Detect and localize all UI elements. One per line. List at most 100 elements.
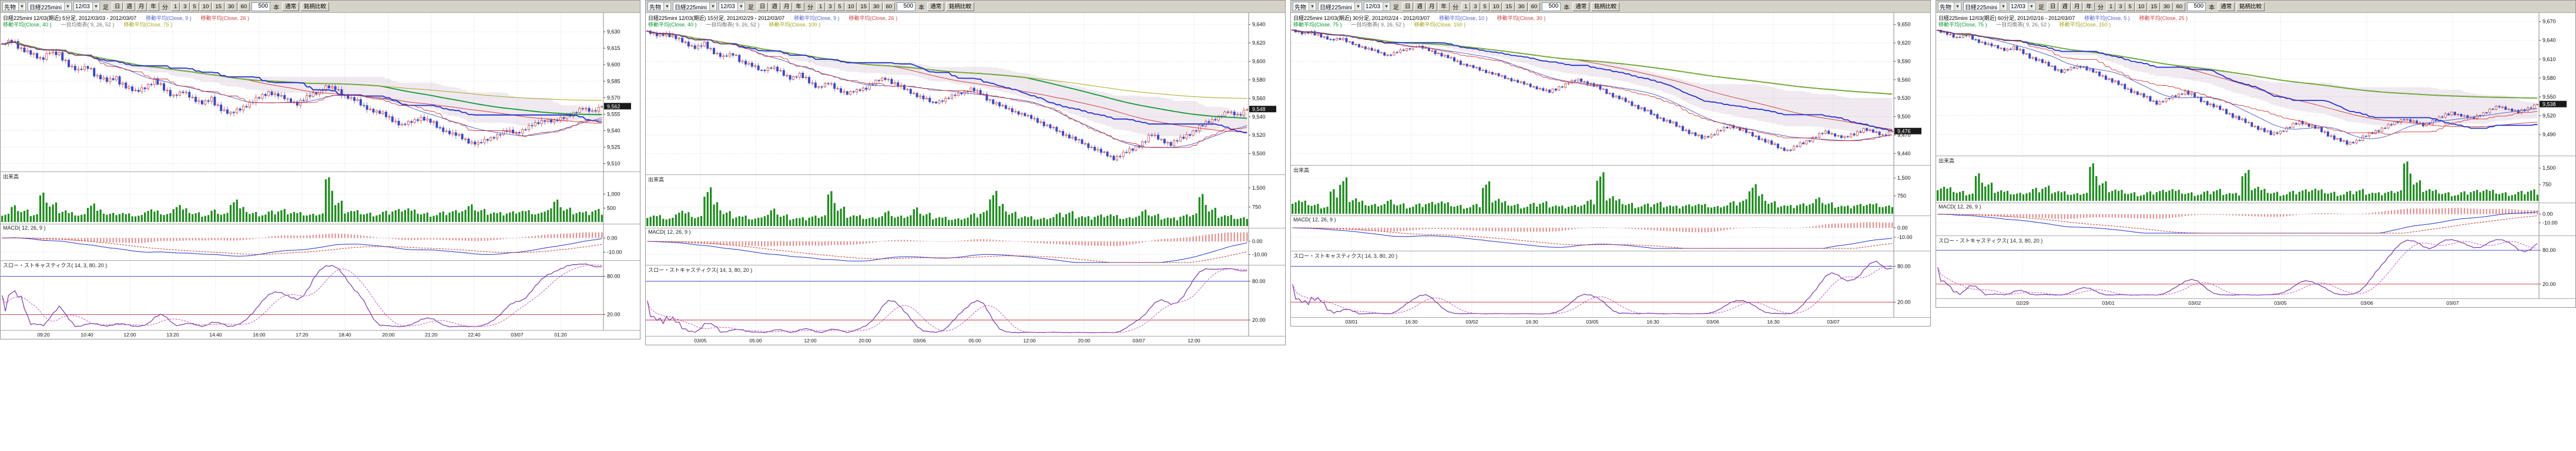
macd-chart[interactable]: 0.00-10.00 (1936, 203, 2575, 235)
period-button-年[interactable]: 年 (793, 2, 804, 11)
price-pane[interactable]: 日経225mini 12/03(期近) 30分足, 2012/02/24 - 2… (1291, 13, 1930, 166)
symbol-compare-button[interactable]: 銘柄比較 (1591, 2, 1619, 11)
period-button-日[interactable]: 日 (1402, 2, 1414, 11)
price-chart[interactable]: 9,6309,6159,6009,5859,5709,5559,5409,525… (1, 13, 640, 171)
price-pane[interactable]: 日経225mini 12/03(期近) 60分足, 2012/02/16 - 2… (1936, 13, 2575, 156)
stochastics-chart[interactable]: 80.0020.00 (1, 261, 640, 330)
stochastics-chart[interactable]: 80.0020.00 (1291, 251, 1930, 317)
normal-view-button[interactable]: 通常 (927, 2, 944, 11)
symbol-select[interactable]: 日経225mini ▼ (1963, 2, 2007, 11)
minute-button-60[interactable]: 60 (1528, 2, 1541, 11)
bar-count-input[interactable]: 500 (897, 2, 915, 11)
symbol-compare-button[interactable]: 銘柄比較 (946, 2, 974, 11)
stochastics-chart[interactable]: 80.0020.00 (646, 265, 1285, 336)
macd-chart[interactable]: 0.00-10.00 (1291, 216, 1930, 251)
contract-month-select[interactable]: 12/03 ▼ (2009, 2, 2035, 11)
period-button-年[interactable]: 年 (147, 2, 159, 11)
minute-button-1[interactable]: 1 (1461, 2, 1470, 11)
bar-count-input[interactable]: 500 (2187, 2, 2206, 11)
period-button-日[interactable]: 日 (2047, 2, 2059, 11)
macd-pane[interactable]: MACD( 12, 26, 9 ) 0.00-10.00 (1936, 203, 2575, 236)
period-button-月[interactable]: 月 (2071, 2, 2083, 11)
bar-count-input[interactable]: 500 (251, 2, 270, 11)
minute-button-5[interactable]: 5 (1481, 2, 1490, 11)
minute-button-10[interactable]: 10 (2135, 2, 2148, 11)
minute-button-30[interactable]: 30 (870, 2, 883, 11)
category-select[interactable]: 先物 ▼ (1293, 2, 1316, 11)
minute-button-60[interactable]: 60 (238, 2, 250, 11)
symbol-select[interactable]: 日経225mini ▼ (1318, 2, 1362, 11)
macd-pane[interactable]: MACD( 12, 26, 9 ) 0.00-10.00 (646, 228, 1285, 265)
macd-pane[interactable]: MACD( 12, 26, 9 ) 0.00-10.00 (1291, 216, 1930, 251)
symbol-select[interactable]: 日経225mini ▼ (28, 2, 72, 11)
period-button-月[interactable]: 月 (781, 2, 793, 11)
category-select[interactable]: 先物 ▼ (1938, 2, 1961, 11)
volume-pane[interactable]: 出来高 1,500750 (646, 175, 1285, 228)
period-button-月[interactable]: 月 (1426, 2, 1438, 11)
contract-month-select[interactable]: 12/03 ▼ (73, 2, 100, 11)
macd-chart[interactable]: 0.00-10.00 (1, 224, 640, 260)
minute-button-3[interactable]: 3 (826, 2, 834, 11)
minute-button-10[interactable]: 10 (200, 2, 212, 11)
category-select[interactable]: 先物 ▼ (2, 2, 26, 11)
minute-button-3[interactable]: 3 (1471, 2, 1480, 11)
stochastics-chart[interactable]: 80.0020.00 (1936, 236, 2575, 298)
volume-chart[interactable]: 1,500750 (646, 175, 1285, 228)
symbol-select[interactable]: 日経225mini ▼ (673, 2, 717, 11)
normal-view-button[interactable]: 通常 (2218, 2, 2235, 11)
minute-button-5[interactable]: 5 (2126, 2, 2135, 11)
period-button-週[interactable]: 週 (1414, 2, 1425, 11)
macd-pane[interactable]: MACD( 12, 26, 9 ) 0.00-10.00 (1, 224, 640, 261)
contract-month-select[interactable]: 12/03 ▼ (1364, 2, 1390, 11)
minute-button-30[interactable]: 30 (225, 2, 237, 11)
price-chart[interactable]: 9,6409,6209,6009,5809,5609,5409,5209,500… (646, 13, 1285, 174)
minute-button-3[interactable]: 3 (2116, 2, 2125, 11)
minute-button-1[interactable]: 1 (171, 2, 180, 11)
minute-button-15[interactable]: 15 (2148, 2, 2160, 11)
stochastics-pane[interactable]: スロー・ストキャスティクス( 14, 3, 80, 20 ) 80.0020.0… (1, 261, 640, 331)
stochastics-pane[interactable]: スロー・ストキャスティクス( 14, 3, 80, 20 ) 80.0020.0… (646, 265, 1285, 336)
minute-button-60[interactable]: 60 (883, 2, 895, 11)
minute-button-1[interactable]: 1 (2107, 2, 2115, 11)
minute-button-15[interactable]: 15 (212, 2, 224, 11)
period-button-週[interactable]: 週 (123, 2, 135, 11)
period-button-日[interactable]: 日 (112, 2, 123, 11)
period-button-年[interactable]: 年 (1438, 2, 1450, 11)
volume-chart[interactable]: 1,500750 (1936, 156, 2575, 203)
price-chart[interactable]: 9,6509,6209,5909,5609,5309,5009,4709,440… (1291, 13, 1930, 165)
volume-chart[interactable]: 1,500750 (1291, 166, 1930, 216)
period-button-月[interactable]: 月 (136, 2, 147, 11)
normal-view-button[interactable]: 通常 (1572, 2, 1589, 11)
bar-count-input[interactable]: 500 (1542, 2, 1561, 11)
symbol-compare-button[interactable]: 銘柄比較 (2236, 2, 2265, 11)
stochastics-pane[interactable]: スロー・ストキャスティクス( 14, 3, 80, 20 ) 80.0020.0… (1936, 236, 2575, 299)
minute-button-5[interactable]: 5 (836, 2, 844, 11)
price-pane[interactable]: 日経225mini 12/03(期近) 5分足, 2012/03/03 - 20… (1, 13, 640, 172)
volume-pane[interactable]: 出来高 1,000500 (1, 172, 640, 224)
category-select[interactable]: 先物 ▼ (648, 2, 671, 11)
minute-button-15[interactable]: 15 (857, 2, 870, 11)
minute-button-10[interactable]: 10 (845, 2, 857, 11)
minute-button-15[interactable]: 15 (1502, 2, 1515, 11)
contract-month-select[interactable]: 12/03 ▼ (719, 2, 745, 11)
period-button-年[interactable]: 年 (2083, 2, 2095, 11)
stochastics-pane[interactable]: スロー・ストキャスティクス( 14, 3, 80, 20 ) 80.0020.0… (1291, 251, 1930, 318)
minute-button-3[interactable]: 3 (180, 2, 189, 11)
period-button-週[interactable]: 週 (2059, 2, 2071, 11)
period-button-週[interactable]: 週 (769, 2, 780, 11)
period-button-日[interactable]: 日 (757, 2, 769, 11)
price-chart[interactable]: 9,6709,6409,6109,5809,5509,5209,4909,538 (1936, 13, 2575, 156)
price-pane[interactable]: 日経225mini 12/03(期近) 15分足, 2012/02/29 - 2… (646, 13, 1285, 175)
minute-button-60[interactable]: 60 (2174, 2, 2186, 11)
minute-button-10[interactable]: 10 (1490, 2, 1502, 11)
macd-chart[interactable]: 0.00-10.00 (646, 228, 1285, 265)
minute-button-1[interactable]: 1 (816, 2, 825, 11)
minute-button-30[interactable]: 30 (2161, 2, 2173, 11)
symbol-compare-button[interactable]: 銘柄比較 (301, 2, 329, 11)
volume-pane[interactable]: 出来高 1,500750 (1291, 166, 1930, 216)
volume-pane[interactable]: 出来高 1,500750 (1936, 156, 2575, 203)
minute-button-5[interactable]: 5 (190, 2, 199, 11)
volume-chart[interactable]: 1,000500 (1, 172, 640, 224)
minute-button-30[interactable]: 30 (1515, 2, 1528, 11)
normal-view-button[interactable]: 通常 (282, 2, 299, 11)
